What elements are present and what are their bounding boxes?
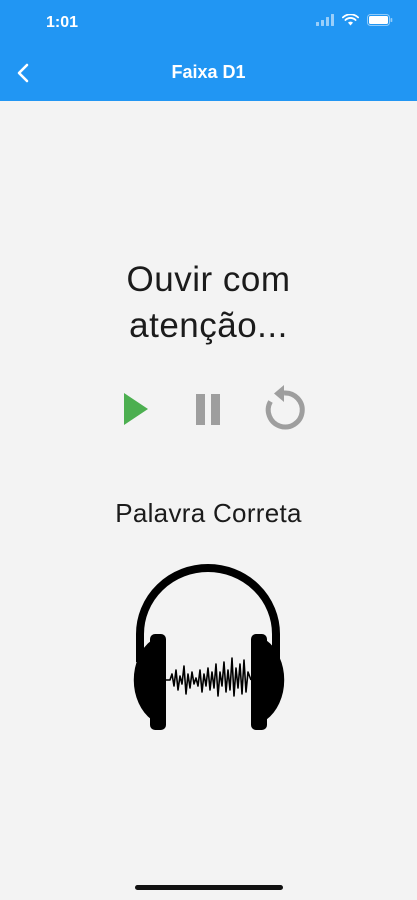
wifi-icon <box>342 14 359 26</box>
instruction-text: Ouvir com atenção... <box>0 257 417 349</box>
pause-button[interactable] <box>186 384 230 434</box>
headphones-soundwave-icon <box>133 564 285 730</box>
replay-icon <box>265 385 305 430</box>
instruction-line-2: atenção... <box>129 306 288 345</box>
replay-button[interactable] <box>260 384 312 434</box>
audio-controls <box>0 384 417 434</box>
app-bar: 1:01 Faixa D1 <box>0 0 417 101</box>
instruction-line-1: Ouvir com <box>126 260 291 299</box>
play-icon <box>124 393 148 425</box>
headphones-image <box>106 562 311 732</box>
pause-icon <box>196 394 220 425</box>
home-indicator[interactable] <box>135 885 283 890</box>
play-button[interactable] <box>112 384 156 434</box>
status-time: 1:01 <box>46 14 79 31</box>
page-title: Faixa D1 <box>171 62 246 82</box>
cellular-signal-icon <box>316 14 334 26</box>
word-label: Palavra Correta <box>115 498 302 528</box>
status-icons <box>316 14 393 26</box>
battery-icon <box>367 14 393 26</box>
